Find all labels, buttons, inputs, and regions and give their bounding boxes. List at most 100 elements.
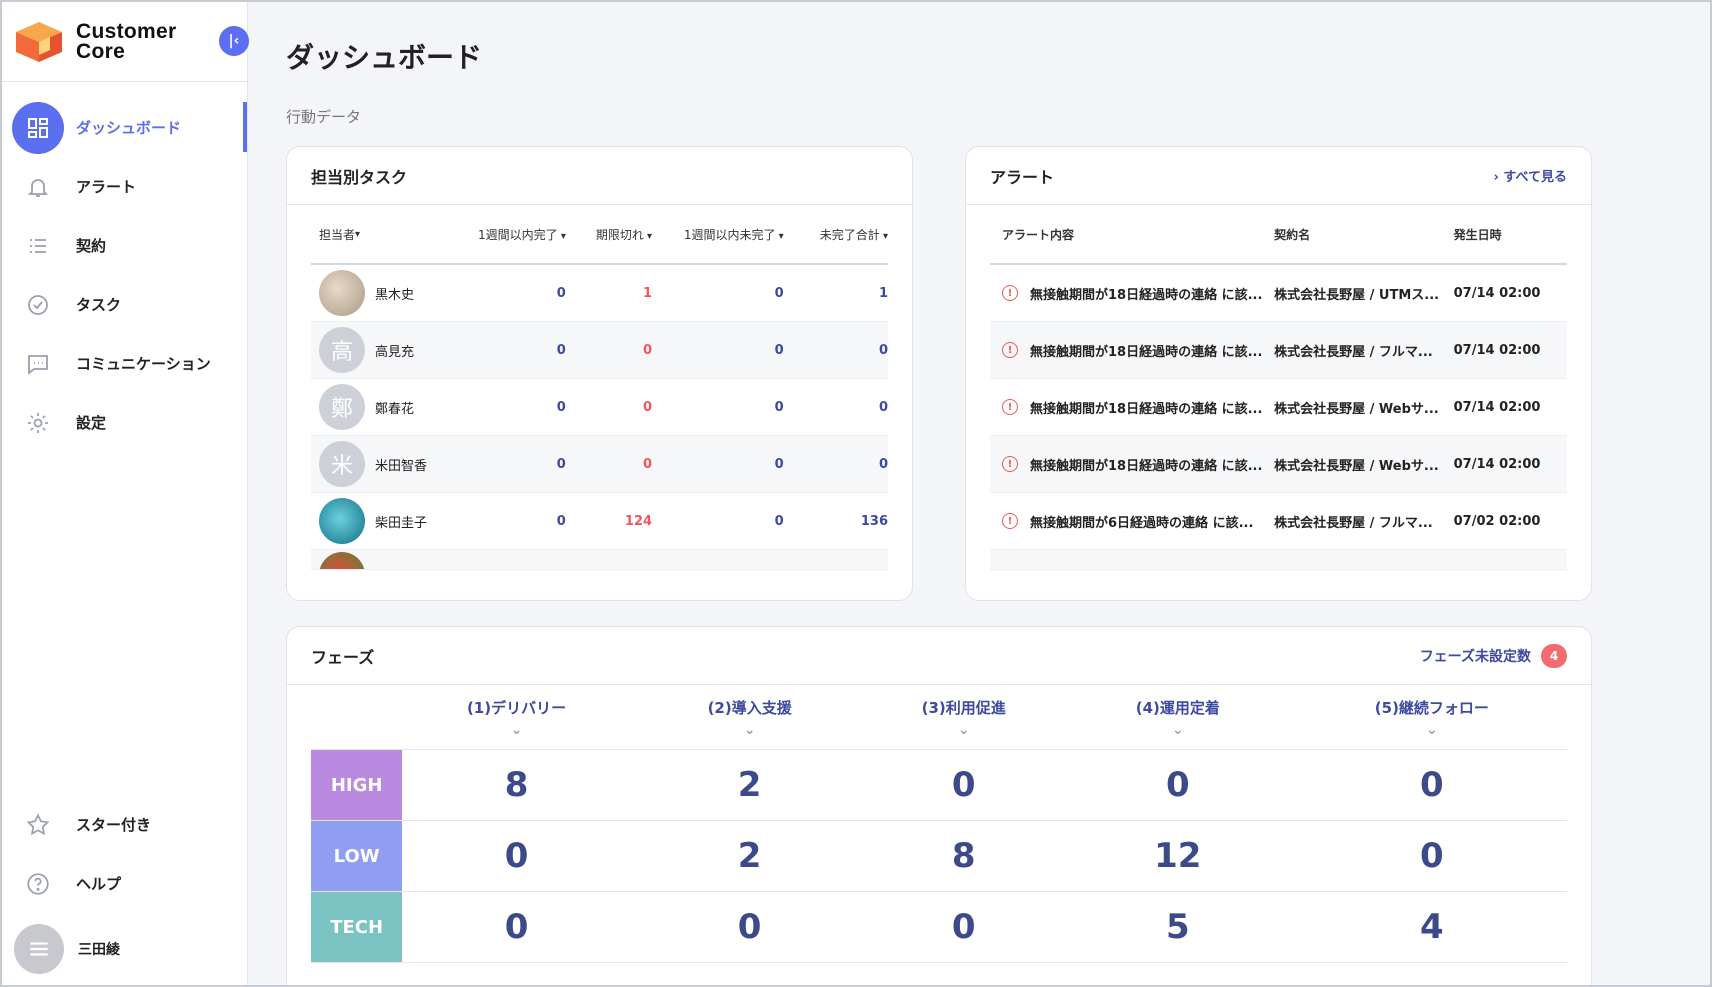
main-nav: ダッシュボード アラート 契約 タスク コミュニケーション 設定	[2, 98, 247, 452]
phase-count[interactable]: 0	[631, 892, 869, 962]
column-header: 契約名	[1274, 227, 1311, 242]
alert-contract: 株式会社長野屋 / Webサ...	[1274, 401, 1439, 417]
collapse-sidebar-button[interactable]: |‹	[219, 26, 249, 56]
phase-count[interactable]: 2	[631, 750, 869, 820]
alert-time: 07/14 02:00	[1453, 456, 1541, 472]
priority-tag: HIGH	[311, 750, 403, 820]
avatar	[319, 498, 365, 544]
cell: 1	[878, 285, 889, 301]
phase-count[interactable]: 8	[869, 821, 1059, 891]
cell: 0	[878, 456, 889, 472]
sidebar-item-contracts[interactable]: 契約	[2, 216, 247, 275]
column-header[interactable]: 期限切れ	[566, 226, 652, 243]
cell: 0	[774, 456, 784, 472]
section-label: 行動データ	[286, 108, 362, 126]
phase-count[interactable]: 0	[1297, 821, 1567, 891]
phase-column-header[interactable]: (2)導入支援 ⌄	[631, 685, 869, 749]
table-row[interactable]: 鄭鄭春花 0 0 0 0	[311, 379, 888, 436]
sidebar-item-communication[interactable]: コミュニケーション	[2, 334, 247, 393]
chevron-down-icon: ⌄	[1426, 721, 1438, 738]
brand-name[interactable]: Customer Core	[76, 19, 177, 62]
cell: 0	[556, 342, 566, 358]
alert-time: 07/14 02:00	[1453, 399, 1541, 415]
avatar	[319, 552, 365, 569]
brand-line1: Customer	[76, 19, 177, 43]
phase-column-header[interactable]: (3)利用促進 ⌄	[869, 685, 1059, 749]
table-row[interactable]: 柴田圭子 0 124 0 136	[311, 493, 888, 550]
alert-icon: !	[1002, 456, 1018, 472]
help-icon	[12, 858, 64, 910]
sidebar-item-label: コミュニケーション	[76, 355, 211, 373]
column-header[interactable]: 未完了合計	[784, 226, 888, 243]
alerts-card-header: アラート › すべて見る	[966, 147, 1591, 205]
phase-name: (2)導入支援	[707, 698, 792, 717]
alerts-card: アラート › すべて見る アラート内容 契約名 発生日時 ! 無接触期間が18日経…	[965, 146, 1592, 601]
table-row[interactable]: ! 無接触期間が18日経過時の連絡 に該... 株式会社長野屋 / フルマ... …	[990, 322, 1567, 379]
gear-icon	[12, 397, 64, 449]
cell: 136	[860, 513, 889, 529]
alert-icon: !	[1002, 342, 1018, 358]
cell: 0	[643, 342, 653, 358]
sidebar-item-label: アラート	[76, 178, 137, 196]
assignee-name: 高見充	[375, 344, 415, 360]
cell: 124	[624, 513, 653, 529]
alert-contract: 株式会社長野屋 / UTMス...	[1274, 287, 1440, 303]
chevron-down-icon: ⌄	[743, 721, 756, 738]
sidebar-item-help[interactable]: ヘルプ	[2, 854, 247, 913]
sidebar-item-starred[interactable]: スター付き	[2, 795, 247, 854]
see-all-link[interactable]: › すべて見る	[1494, 166, 1567, 185]
chat-icon	[12, 338, 64, 390]
phase-column-header[interactable]: (1)デリバリー ⌄	[402, 685, 630, 749]
sidebar-item-alerts[interactable]: アラート	[2, 157, 247, 216]
check-circle-icon	[12, 279, 64, 331]
phase-row-tech: TECH 0 0 0 5 4	[311, 892, 1567, 963]
table-body: ! 無接触期間が18日経過時の連絡 に該... 株式会社長野屋 / UTMス...…	[990, 265, 1567, 570]
phase-unset-link[interactable]: フェーズ未設定数 4	[1420, 643, 1567, 668]
sidebar-item-dashboard[interactable]: ダッシュボード	[2, 98, 247, 157]
alert-icon: !	[1002, 285, 1018, 301]
alert-icon: !	[1002, 399, 1018, 415]
sidebar-item-tasks[interactable]: タスク	[2, 275, 247, 334]
phase-count[interactable]: 0	[1297, 750, 1567, 820]
table-row[interactable]: 黒木史 0 1 0 1	[311, 265, 888, 322]
list-icon	[12, 220, 64, 272]
star-icon	[12, 799, 64, 851]
sidebar-item-label: 契約	[76, 237, 107, 255]
cell: 0	[556, 456, 566, 472]
phase-count[interactable]: 8	[402, 750, 630, 820]
table-row[interactable]: ! 無接触期間が18日経過時の連絡 に該... 株式会社長野屋 / Webサ...…	[990, 379, 1567, 436]
chevron-down-icon: ⌄	[510, 721, 523, 738]
avatar: 米	[319, 441, 365, 487]
cell: 0	[774, 513, 784, 529]
phase-column-header[interactable]: (4)運用定着 ⌄	[1059, 685, 1297, 749]
table-row[interactable]: ! 無接触期間が18日経過時の連絡 に該... 株式会社長野屋 / Webサ...…	[990, 436, 1567, 493]
table-row[interactable]: 高高見充 0 0 0 0	[311, 322, 888, 379]
phase-count[interactable]: 0	[869, 892, 1059, 962]
table-header: 担当者 1週間以内完了 期限切れ 1週間以内未完了 未完了合計	[311, 205, 888, 265]
phase-count[interactable]: 5	[1059, 892, 1297, 962]
phase-count[interactable]: 0	[869, 750, 1059, 820]
assignee-name: 黒木史	[375, 287, 415, 303]
column-header[interactable]: 担当者	[311, 226, 466, 243]
phase-column-header[interactable]: (5)継続フォロー ⌄	[1297, 685, 1567, 749]
table-row-partial	[990, 550, 1567, 570]
table-row[interactable]: ! 無接触期間が6日経過時の連絡 に該... 株式会社長野屋 / フルマ... 0…	[990, 493, 1567, 550]
phase-row-low: LOW 0 2 8 12 0	[311, 821, 1567, 892]
column-header[interactable]: 1週間以内完了	[466, 226, 566, 243]
assignee-name: 米田智香	[375, 458, 428, 474]
phase-count[interactable]: 0	[402, 892, 630, 962]
cell: 0	[556, 399, 566, 415]
bell-icon	[12, 161, 64, 213]
phase-count[interactable]: 12	[1059, 821, 1297, 891]
phase-count[interactable]: 0	[402, 821, 630, 891]
table-row[interactable]: 米米田智香 0 0 0 0	[311, 436, 888, 493]
user-menu[interactable]: 三田綾	[2, 913, 247, 985]
table-row[interactable]: ! 無接触期間が18日経過時の連絡 に該... 株式会社長野屋 / UTMス...…	[990, 265, 1567, 322]
tasks-card-title: 担当別タスク	[311, 167, 408, 187]
phase-count[interactable]: 0	[1059, 750, 1297, 820]
phase-row-high: HIGH 8 2 0 0 0	[311, 750, 1567, 821]
sidebar-item-settings[interactable]: 設定	[2, 393, 247, 452]
phase-count[interactable]: 2	[631, 821, 869, 891]
column-header[interactable]: 1週間以内未完了	[652, 226, 784, 243]
phase-count[interactable]: 4	[1297, 892, 1567, 962]
